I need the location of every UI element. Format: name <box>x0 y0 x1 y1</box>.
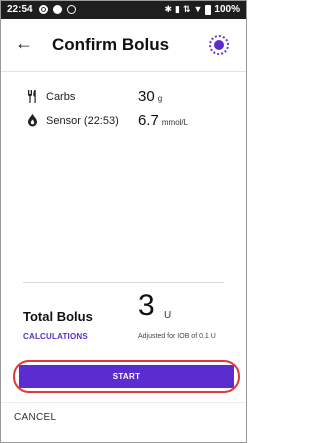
carbs-label: Carbs <box>46 91 76 103</box>
carbs-number: 30 <box>138 88 155 105</box>
fork-knife-icon <box>27 90 38 106</box>
drop-icon <box>27 114 38 130</box>
app-header: ← Confirm Bolus <box>1 19 246 72</box>
vibrate-icon: ▮ <box>175 4 180 14</box>
status-bar: 22:54 ✱ ▮ ⇅ ▼ 100% <box>1 1 246 19</box>
cancel-button[interactable]: CANCEL <box>14 412 56 423</box>
screen: 22:54 ✱ ▮ ⇅ ▼ 100% ← Confirm Bolus Carbs… <box>0 0 247 443</box>
sensor-number: 6.7 <box>138 112 159 129</box>
battery-icon <box>205 4 212 15</box>
start-button[interactable]: START <box>19 365 234 388</box>
divider <box>1 402 246 403</box>
wifi-icon: ▼ <box>193 4 203 14</box>
iob-adjustment-note: Adjusted for IOB of 0.1 U <box>138 333 216 340</box>
sensor-label: Sensor (22:53) <box>46 115 119 127</box>
notification-icon <box>53 5 62 14</box>
status-icons: ✱ ▮ ⇅ ▼ 100% <box>164 4 240 15</box>
signal-icon: ⇅ <box>182 4 191 14</box>
status-time: 22:54 <box>7 4 33 15</box>
notification-icon <box>67 5 76 14</box>
carbs-row: Carbs 30 g <box>1 88 246 110</box>
bluetooth-icon: ✱ <box>164 4 172 14</box>
sensor-unit: mmol/L <box>161 118 189 127</box>
calculations-link[interactable]: CALCULATIONS <box>23 332 88 341</box>
pod-status-icon[interactable] <box>209 35 229 55</box>
total-bolus-value: 3 <box>138 289 155 322</box>
page-title: Confirm Bolus <box>52 35 170 54</box>
carbs-unit: g <box>157 94 163 103</box>
total-bolus-label: Total Bolus <box>23 309 93 324</box>
pod-status-dot <box>214 40 224 50</box>
arrow-left-icon[interactable]: ← <box>15 33 33 53</box>
sensor-row: Sensor (22:53) 6.7 mmol/L <box>1 112 246 134</box>
sensor-value: 6.7 mmol/L <box>138 112 188 129</box>
notification-icon <box>39 5 48 14</box>
battery-percent: 100% <box>214 4 240 15</box>
total-bolus-unit: U <box>164 310 172 321</box>
divider <box>23 282 224 283</box>
carbs-value: 30 g <box>138 88 162 105</box>
